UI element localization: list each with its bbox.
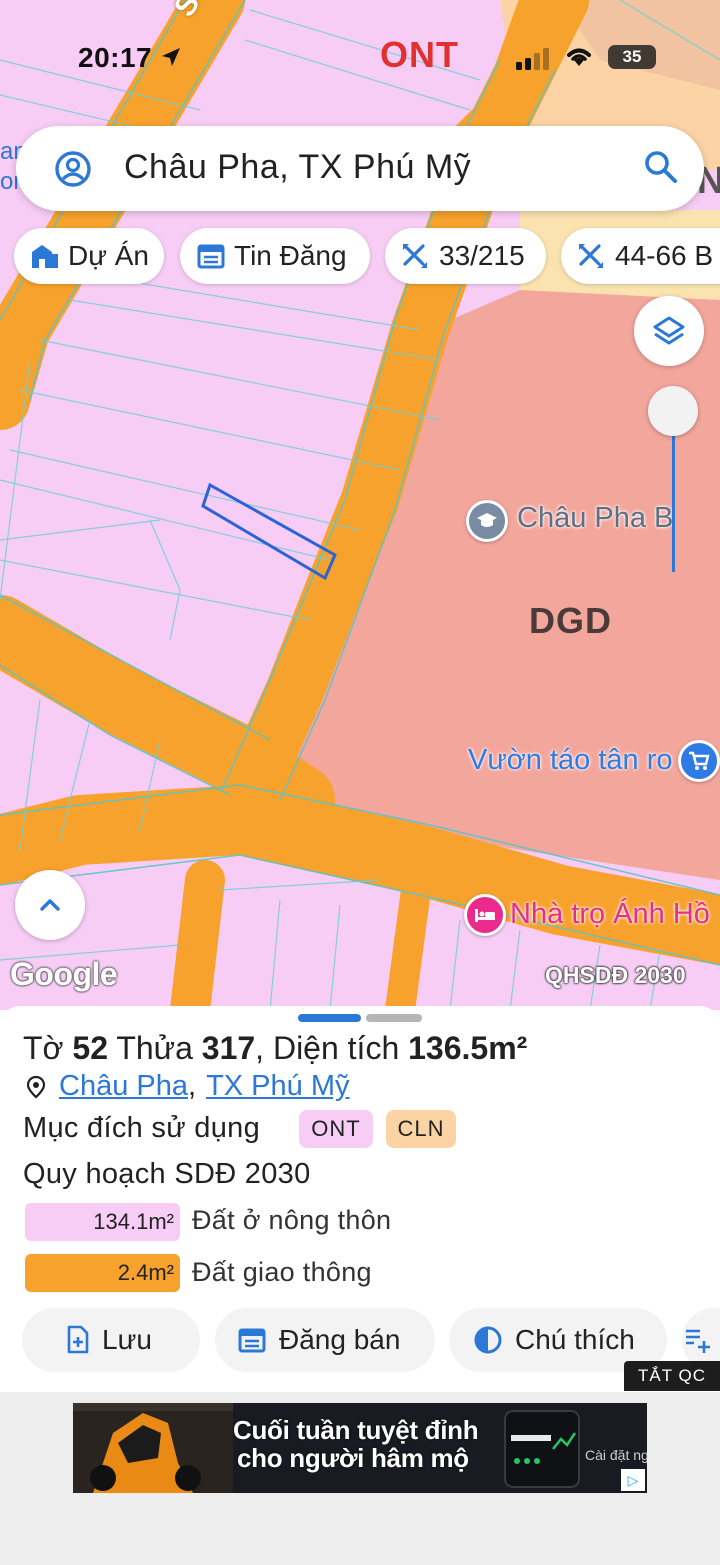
district-link[interactable]: TX Phú Mỹ — [206, 1070, 349, 1103]
shopping-cart-pin-icon[interactable] — [678, 740, 720, 782]
plan-area-road: 2.4m² — [25, 1254, 180, 1292]
action-buttons: Lưu Đăng bán Chú thích — [22, 1308, 720, 1372]
race-car-image — [73, 1403, 233, 1493]
save-button[interactable]: Lưu — [22, 1308, 200, 1372]
poi-school-label[interactable]: Châu Pha B — [517, 502, 673, 535]
layers-icon — [653, 316, 685, 345]
poi-shop-label[interactable]: Vườn táo tân ro — [468, 744, 673, 777]
commune-link[interactable]: Châu Pha — [59, 1070, 188, 1103]
status-bar: 20:17 35 — [0, 38, 720, 82]
close-ad-button[interactable]: TẮT QC — [624, 1361, 720, 1391]
status-time: 20:17 — [78, 42, 153, 73]
parcel-number: 317 — [201, 1030, 256, 1066]
parcel-label: Thửa — [116, 1030, 193, 1066]
ad-area: Cuối tuần tuyệt đỉnh cho người hâm mộ Cà… — [0, 1392, 720, 1565]
ad-choices-icon[interactable]: ▷ — [621, 1469, 645, 1491]
sheet-label: Tờ — [23, 1030, 64, 1066]
ruler-icon — [403, 244, 427, 268]
half-circle-icon — [474, 1326, 502, 1354]
map-view[interactable]: ONT Sông DGD an on N Châu Pha B Vườn táo… — [0, 0, 720, 1010]
plan-label: Quy hoạch SDĐ 2030 — [23, 1158, 311, 1190]
opacity-slider-knob[interactable] — [648, 386, 698, 436]
chip-du-an[interactable]: Dự Án — [14, 228, 164, 284]
chip-label: Dự Án — [68, 240, 149, 271]
legend-label: Chú thích — [515, 1324, 635, 1355]
chip-tin-dang[interactable]: Tin Đăng — [180, 228, 370, 284]
wifi-icon — [563, 44, 595, 73]
post-sale-button[interactable]: Đăng bán — [215, 1308, 435, 1372]
account-icon[interactable] — [54, 150, 92, 193]
layer-badge: QHSDĐ 2030 — [545, 962, 686, 988]
phone-mockup-image — [504, 1410, 580, 1488]
parcel-address: Châu Pha, TX Phú Mỹ — [25, 1070, 350, 1103]
purpose-label: Mục đích sử dụng — [23, 1112, 260, 1144]
chip-label: 33/215 — [439, 240, 525, 271]
chip-size-range[interactable]: 44-66 B — [561, 228, 720, 284]
ad-cta[interactable]: Cài đặt ngay — [585, 1447, 647, 1463]
plan-label-road: Đất giao thông — [192, 1257, 372, 1287]
search-bar[interactable]: Châu Pha, TX Phú Mỹ — [16, 126, 704, 211]
google-logo: Google — [10, 956, 118, 992]
hotel-pin-icon[interactable] — [464, 894, 506, 936]
parcel-title: Tờ 52 Thửa 317, Diện tích 136.5m² — [23, 1030, 528, 1066]
location-arrow-icon — [160, 46, 182, 73]
plan-area-residential: 134.1m² — [25, 1203, 180, 1241]
cellular-signal-icon — [516, 48, 552, 75]
ad-headline-2: cho người hâm mộ — [237, 1443, 469, 1473]
post-sale-label: Đăng bán — [279, 1324, 401, 1355]
sheet-number: 52 — [72, 1030, 109, 1066]
ad-banner[interactable]: Cuối tuần tuyệt đỉnh cho người hâm mộ Cà… — [73, 1403, 647, 1493]
chip-label: 44-66 B — [615, 240, 714, 271]
sheet-handle-inactive[interactable] — [366, 1014, 422, 1022]
area-label: Diện tích — [272, 1030, 400, 1066]
area-value: 136.5m² — [408, 1030, 528, 1066]
layers-button[interactable] — [634, 296, 704, 366]
building-icon — [32, 245, 58, 268]
battery-indicator: 35 — [608, 45, 656, 69]
search-input[interactable]: Châu Pha, TX Phú Mỹ — [124, 148, 471, 187]
sheet-handle-active[interactable] — [298, 1014, 361, 1022]
add-icon — [686, 1329, 710, 1353]
parcel-info-sheet: Tờ 52 Thửa 317, Diện tích 136.5m² Châu P… — [0, 1006, 720, 1392]
plan-label-residential: Đất ở nông thôn — [192, 1205, 392, 1235]
chevron-up-icon — [40, 899, 60, 911]
zone-label-dgd: DGD — [529, 600, 612, 641]
filter-chips: Dự Án Tin Đăng 33/215 44-66 B — [14, 228, 720, 284]
ad-headline-1: Cuối tuần tuyệt đỉnh — [233, 1415, 479, 1445]
chip-label: Tin Đăng — [234, 240, 347, 271]
expand-sheet-button[interactable] — [15, 870, 85, 940]
location-pin-icon — [26, 1075, 46, 1098]
school-pin-icon[interactable] — [466, 500, 508, 542]
chip-ratio[interactable]: 33/215 — [385, 228, 546, 284]
save-label: Lưu — [102, 1324, 152, 1355]
purpose-tag-cln: CLN — [386, 1110, 456, 1148]
calendar-icon — [197, 244, 225, 269]
poi-hotel-label[interactable]: Nhà trọ Ánh Hồ — [510, 898, 710, 931]
calendar-icon — [238, 1328, 266, 1353]
save-file-icon — [67, 1325, 89, 1354]
search-icon[interactable] — [644, 150, 678, 189]
ruler-icon — [579, 244, 603, 268]
purpose-tag-ont: ONT — [299, 1110, 373, 1148]
